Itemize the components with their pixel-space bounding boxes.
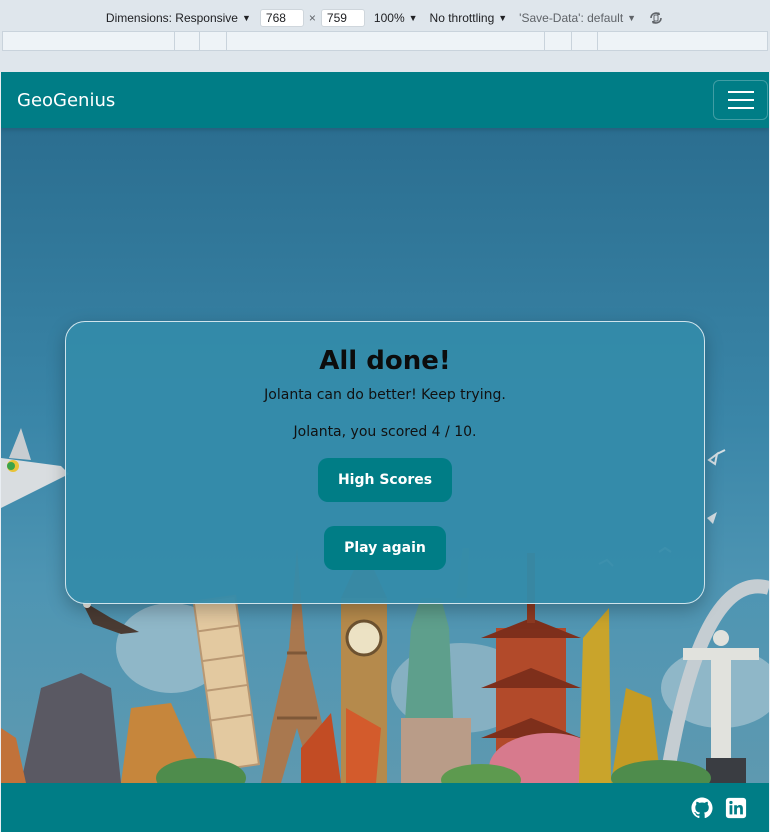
- dimensions-dropdown[interactable]: Dimensions: Responsive ▼: [106, 11, 251, 25]
- caret-down-icon: ▼: [241, 13, 251, 23]
- height-input[interactable]: 759: [320, 9, 365, 27]
- save-data-label: 'Save-Data': default: [519, 11, 624, 25]
- result-message: Jolanta can do better! Keep trying.: [264, 387, 506, 403]
- linkedin-icon[interactable]: [725, 797, 747, 819]
- throttling-label: No throttling: [429, 11, 495, 25]
- plane-icon: [1, 428, 69, 508]
- result-title: All done!: [319, 346, 451, 376]
- result-card: All done! Jolanta can do better! Keep tr…: [65, 321, 705, 604]
- zoom-label: 100%: [373, 11, 405, 25]
- high-scores-button[interactable]: High Scores: [317, 458, 453, 502]
- brand-logo[interactable]: GeoGenius: [17, 90, 115, 111]
- hamburger-icon[interactable]: [713, 80, 768, 120]
- devtools-toolbar: Dimensions: Responsive ▼ 768 × 759 100% ▼ …: [0, 0, 770, 72]
- result-score: Jolanta, you scored 4 / 10.: [293, 424, 477, 440]
- navbar: GeoGenius: [1, 72, 769, 128]
- landmarks-background: All done! Jolanta can do better! Keep tr…: [1, 128, 769, 783]
- page-viewport: GeoGenius All done! Jolanta can do bette…: [1, 72, 769, 832]
- devtools-controls: Dimensions: Responsive ▼ 768 × 759 100% ▼ …: [0, 6, 770, 30]
- footer: [1, 783, 769, 832]
- caret-down-icon: ▼: [627, 13, 637, 23]
- times-sign: ×: [308, 11, 316, 25]
- media-query-ruler[interactable]: [2, 31, 768, 51]
- rotate-icon[interactable]: [648, 10, 664, 26]
- save-data-dropdown[interactable]: 'Save-Data': default ▼: [519, 11, 636, 25]
- throttling-dropdown[interactable]: No throttling ▼: [430, 11, 508, 25]
- caret-down-icon: ▼: [498, 13, 508, 23]
- zoom-dropdown[interactable]: 100% ▼: [374, 11, 418, 25]
- github-icon[interactable]: [691, 797, 713, 819]
- caret-down-icon: ▼: [408, 13, 418, 23]
- width-input[interactable]: 768: [259, 9, 304, 27]
- play-again-button[interactable]: Play again: [324, 526, 446, 570]
- dimensions-label: Dimensions: Responsive: [105, 11, 238, 25]
